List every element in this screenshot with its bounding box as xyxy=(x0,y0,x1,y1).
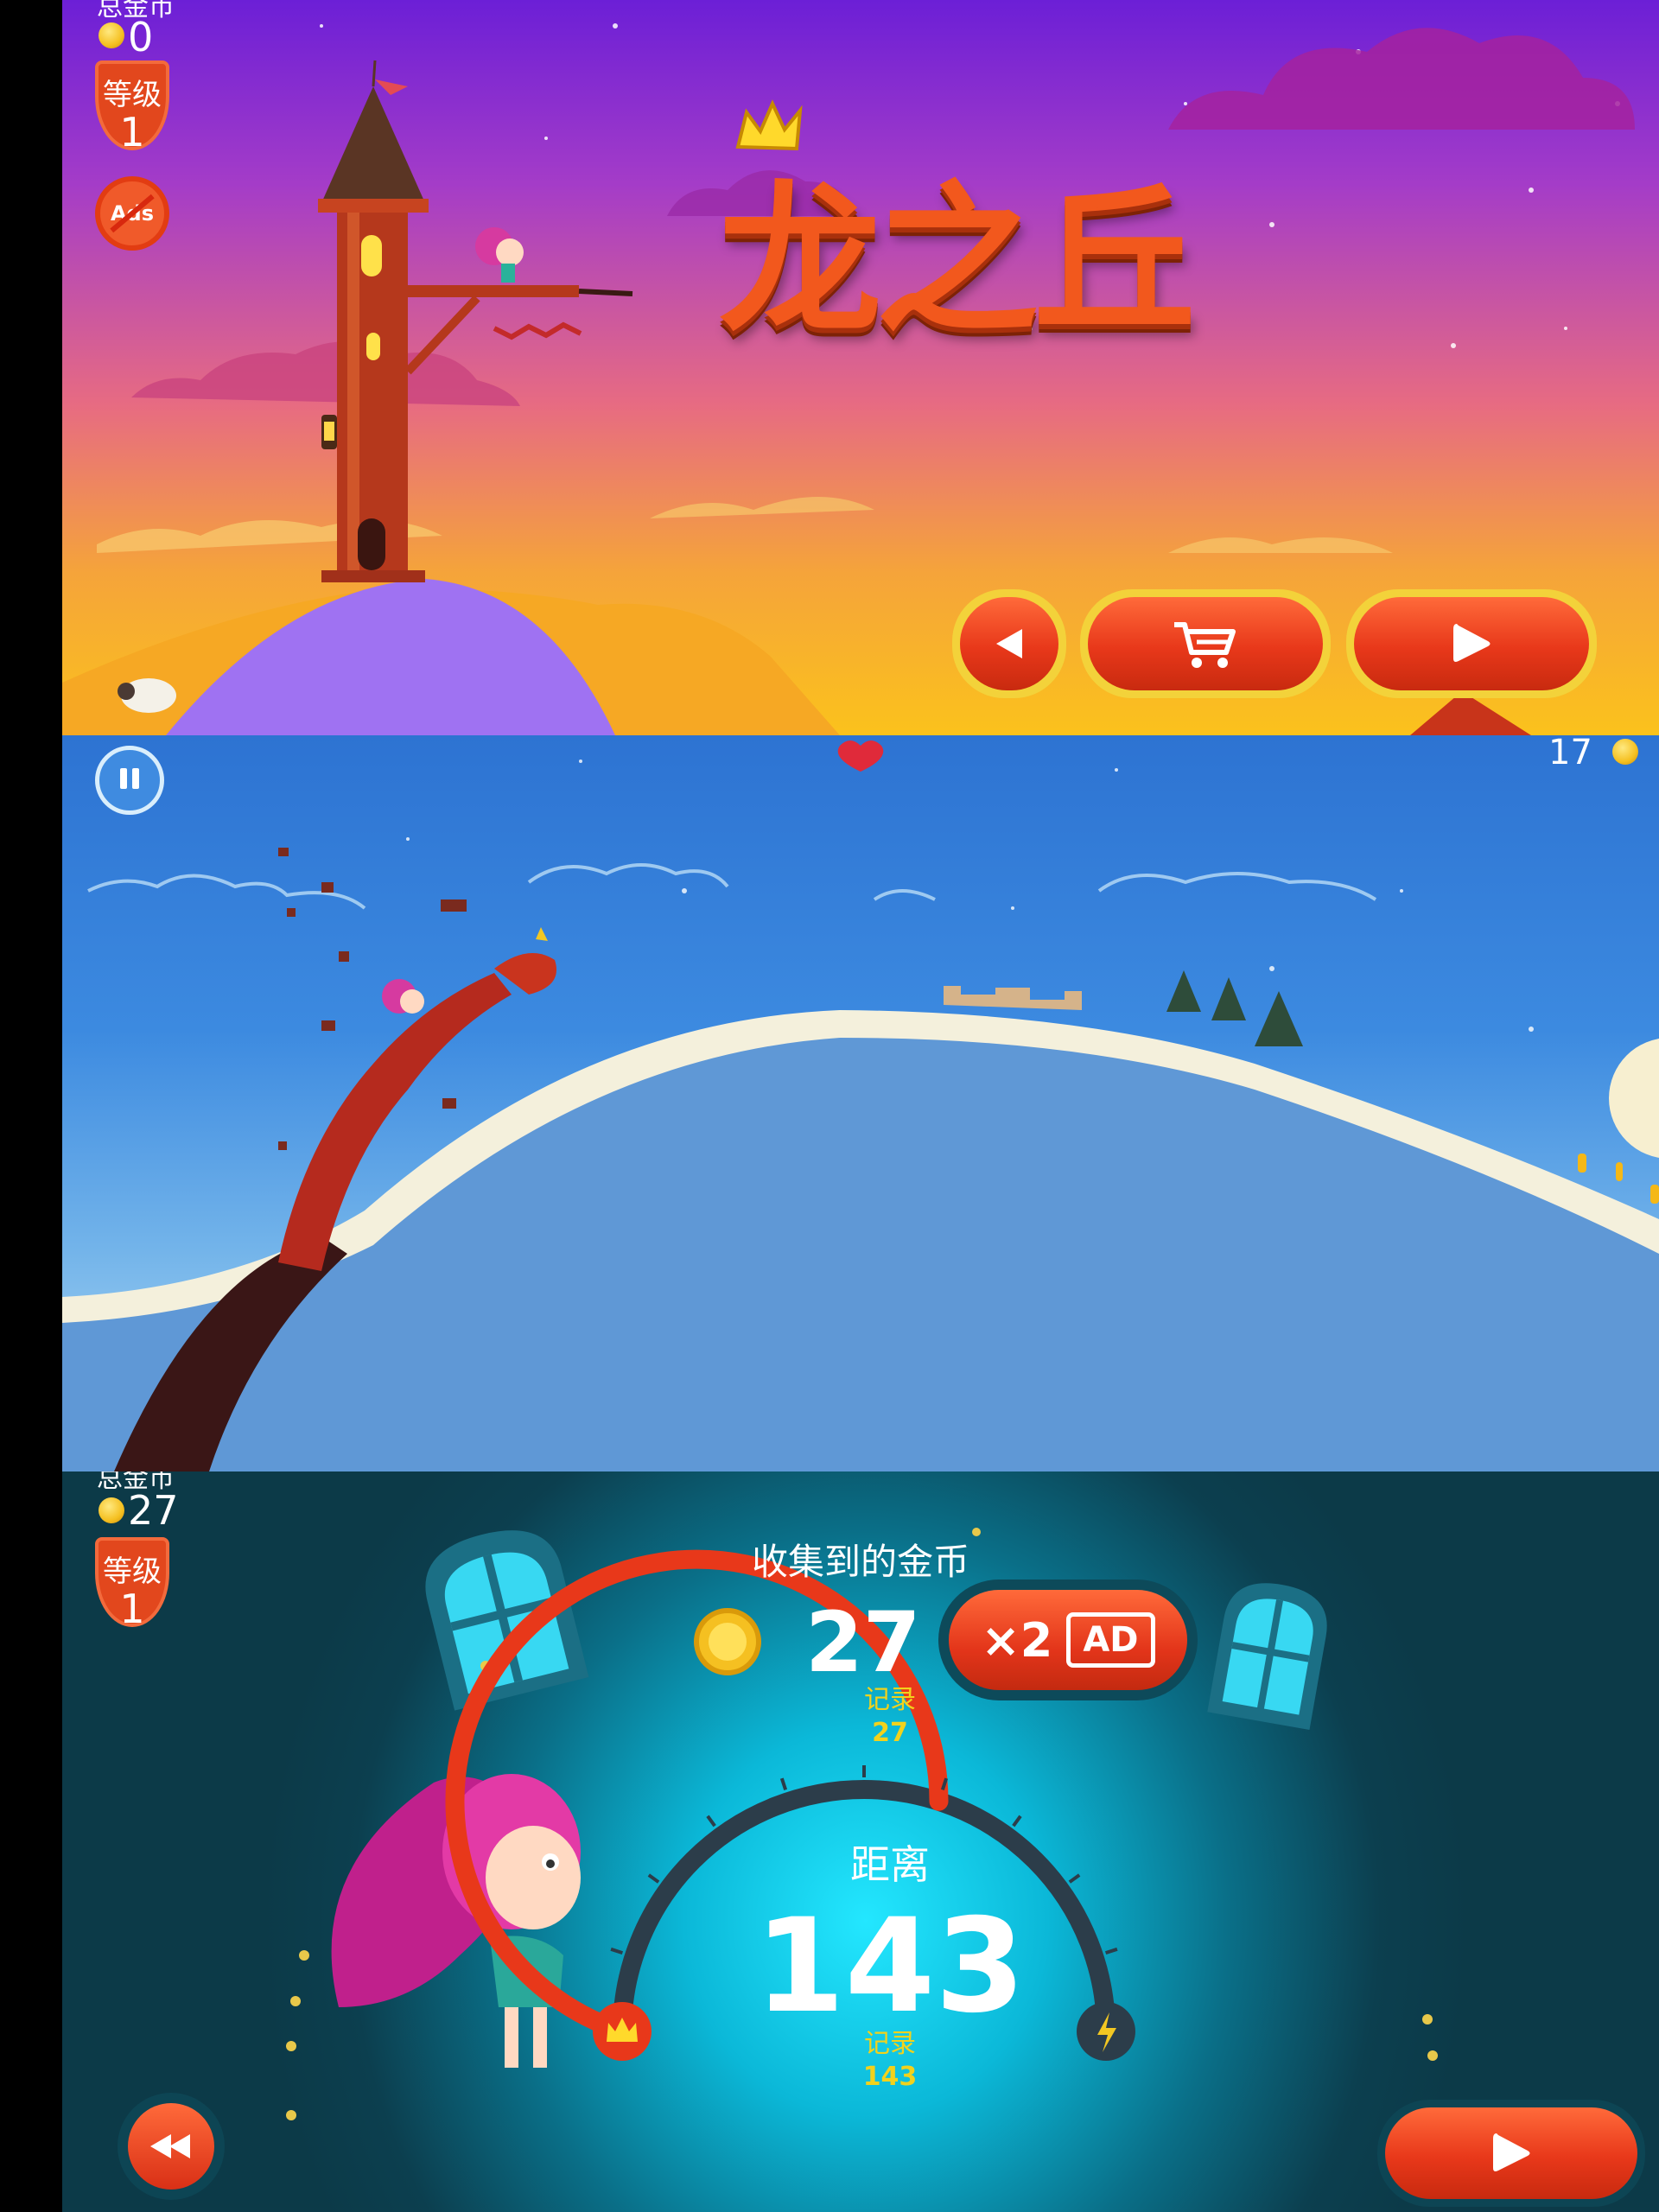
clouds xyxy=(87,863,1377,910)
level-badge: 等级 1 xyxy=(95,60,169,156)
pine-trees xyxy=(1166,970,1303,1046)
coins-collected-label: 收集到的金币 xyxy=(751,1541,969,1583)
castle-ruins xyxy=(944,986,1082,1010)
gameplay-scene xyxy=(62,741,1659,1471)
double-coins-ad-button[interactable]: ×2 AD xyxy=(938,1580,1198,1700)
rewind-icon xyxy=(150,2134,190,2158)
level-label: 等级 xyxy=(103,78,162,112)
game-title: 龙之丘 xyxy=(719,167,1196,356)
girl-character xyxy=(475,227,524,283)
total-coins-value: 0 xyxy=(128,14,154,60)
gauge-tick xyxy=(1012,1815,1022,1827)
rewind-button[interactable] xyxy=(118,2093,225,2200)
pause-icon xyxy=(118,768,142,792)
coin-icon xyxy=(99,1497,124,1523)
results-screen: 总金币 27 等级 1 收集到的金币 27 记录 27 ×2 AD 距离 143… xyxy=(62,1471,1659,2212)
coins-collected-value: 27 xyxy=(805,1594,921,1691)
distance-value: 143 xyxy=(754,1891,1026,2042)
play-icon xyxy=(1493,2133,1530,2171)
gameplay-screen: 17 xyxy=(62,735,1659,1471)
continue-button[interactable] xyxy=(1377,2100,1645,2207)
stars xyxy=(406,760,1534,1032)
play-button[interactable] xyxy=(1346,589,1597,698)
shop-button[interactable] xyxy=(1080,589,1331,698)
level-value: 1 xyxy=(119,1586,145,1632)
gauge-tick xyxy=(706,1815,716,1827)
video-ad-icon: AD xyxy=(1066,1612,1155,1668)
coin-icon xyxy=(99,22,124,48)
tower xyxy=(318,60,633,582)
cart-icon xyxy=(1174,622,1236,668)
coins-record-value: 27 xyxy=(872,1718,908,1748)
multiplier-label: ×2 xyxy=(981,1612,1053,1668)
coin-icon xyxy=(1612,739,1638,765)
total-coins-value: 27 xyxy=(128,1487,179,1534)
heart-icon xyxy=(837,741,884,772)
gauge-tick xyxy=(647,1873,660,1884)
distance-record-value: 143 xyxy=(862,2062,918,2092)
distance-record-label: 记录 xyxy=(864,2029,916,2059)
pause-button[interactable] xyxy=(95,746,164,815)
window-right xyxy=(1207,1583,1327,1731)
distance-label: 距离 xyxy=(850,1841,930,1888)
moon xyxy=(1609,1039,1659,1158)
gauge-tick xyxy=(610,1947,624,1955)
girl-rider xyxy=(382,979,424,1014)
coins-record-label: 记录 xyxy=(864,1685,916,1715)
coin-counter: 17 xyxy=(1548,735,1592,772)
gauge-tick xyxy=(1068,1873,1081,1884)
back-button[interactable] xyxy=(952,589,1066,698)
gauge-tick xyxy=(1104,1947,1118,1955)
level-value: 1 xyxy=(119,109,145,156)
play-icon xyxy=(1453,624,1491,662)
main-menu-screen: 总金币 0 等级 1 Ads 龙之丘 xyxy=(62,0,1659,735)
back-icon xyxy=(996,629,1022,658)
gauge-tick xyxy=(779,1777,788,1791)
remove-ads-button[interactable]: Ads xyxy=(95,176,169,251)
